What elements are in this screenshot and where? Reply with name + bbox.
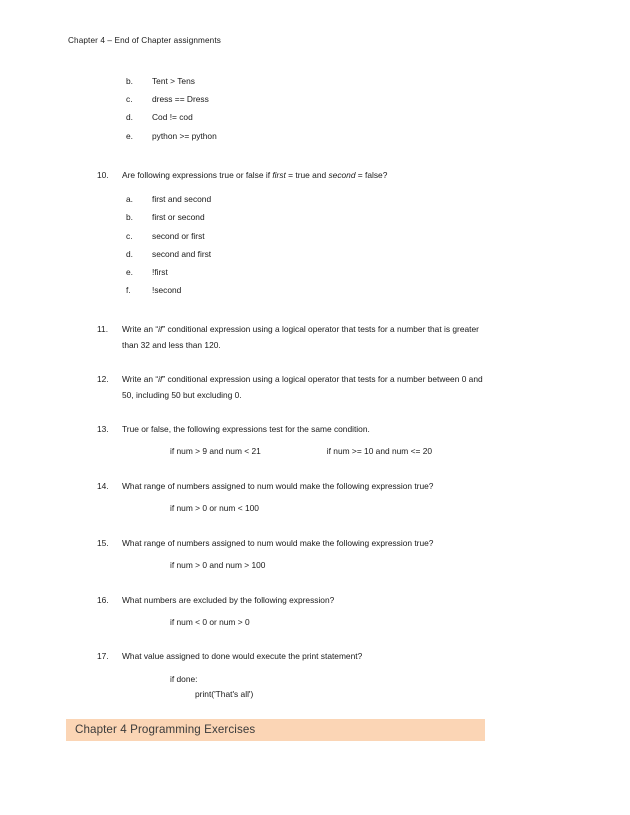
list-item-text: second and first bbox=[152, 248, 212, 259]
list-item-text: !first bbox=[152, 267, 168, 278]
list-marker: d. bbox=[126, 112, 133, 123]
question-number: 13. bbox=[97, 424, 109, 435]
list-item: e. !first bbox=[0, 263, 630, 281]
list-item: d. Cod != cod bbox=[0, 108, 630, 126]
list-item-text: first and second bbox=[152, 194, 212, 205]
list-item: c. dress == Dress bbox=[0, 90, 630, 108]
question-text-part: Are following expressions true or false … bbox=[122, 169, 273, 180]
list-marker: b. bbox=[126, 212, 133, 223]
list-item-text: first or second bbox=[152, 212, 205, 223]
code-snippet-17-line-1: if done: bbox=[170, 673, 198, 684]
list-item-text: second or first bbox=[152, 230, 205, 241]
document-body: b. Tent > Tens c. dress == Dress d. Cod … bbox=[0, 72, 630, 703]
list-marker: f. bbox=[126, 285, 131, 296]
code-expression-right: if num >= 10 and num <= 20 bbox=[326, 446, 433, 457]
question-text: What range of numbers assigned to num wo… bbox=[122, 537, 434, 548]
variable-first: first bbox=[272, 169, 286, 180]
list-item: d. second and first bbox=[0, 245, 630, 263]
list-item: b. Tent > Tens bbox=[0, 72, 630, 90]
list-marker: b. bbox=[126, 76, 133, 86]
list-item: a. first and second bbox=[0, 190, 630, 208]
code-snippet-16: if num < 0 or num > 0 bbox=[170, 616, 250, 627]
code-snippet-13: if num > 9 and num < 21 if num >= 10 and … bbox=[0, 444, 630, 459]
question-number: 11. bbox=[97, 324, 109, 335]
code-snippet-15: if num > 0 and num > 100 bbox=[170, 560, 266, 571]
question-number: 17. bbox=[97, 651, 109, 662]
list-item: e. python >= python bbox=[0, 127, 630, 145]
document-page: Chapter 4 – End of Chapter assignments b… bbox=[0, 0, 630, 815]
question-text-part: ” conditional expression using a logical… bbox=[122, 374, 483, 400]
question-10-alpha-list: a. first and second b. first or second c… bbox=[0, 190, 630, 299]
question-text: Are following expressions true or false … bbox=[122, 168, 494, 183]
question-text: Write an “if” conditional expression usi… bbox=[122, 372, 494, 403]
question-text-part: Write an “ bbox=[122, 374, 159, 385]
list-marker: e. bbox=[126, 267, 133, 278]
list-item-text: Tent > Tens bbox=[152, 76, 195, 86]
question-text: What numbers are excluded by the followi… bbox=[122, 594, 335, 605]
list-item: c. second or first bbox=[0, 227, 630, 245]
question-text-part: ” conditional expression using a logical… bbox=[122, 324, 479, 350]
code-expression-left: if num > 9 and num < 21 bbox=[170, 446, 261, 457]
question-text-part: = false? bbox=[355, 169, 388, 180]
question-text: Write an “if” conditional expression usi… bbox=[122, 322, 494, 353]
question-13: 13. True or false, the following express… bbox=[0, 422, 630, 437]
variable-second: second bbox=[328, 169, 356, 180]
question-17: 17. What value assigned to done would ex… bbox=[0, 649, 630, 664]
question-16: 16. What numbers are excluded by the fol… bbox=[0, 593, 630, 608]
question-10: 10. Are following expressions true or fa… bbox=[0, 168, 630, 183]
section-heading-bar: Chapter 4 Programming Exercises bbox=[66, 719, 485, 741]
question-14: 14. What range of numbers assigned to nu… bbox=[0, 479, 630, 494]
list-marker: e. bbox=[126, 130, 133, 141]
list-marker: c. bbox=[126, 230, 133, 241]
question-number: 12. bbox=[97, 374, 109, 385]
list-item: b. first or second bbox=[0, 208, 630, 226]
question-number: 14. bbox=[97, 480, 109, 491]
question-number: 10. bbox=[97, 169, 109, 180]
list-marker: a. bbox=[126, 194, 133, 205]
question-number: 15. bbox=[97, 537, 109, 548]
question-11: 11. Write an “if” conditional expression… bbox=[0, 322, 630, 353]
list-item: f. !second bbox=[0, 281, 630, 299]
code-snippet-14: if num > 0 or num < 100 bbox=[170, 503, 259, 514]
list-item-text: Cod != cod bbox=[152, 112, 193, 123]
question-text: What value assigned to done would execut… bbox=[122, 651, 363, 662]
question-15: 15. What range of numbers assigned to nu… bbox=[0, 536, 630, 551]
code-snippet-17-line-2: print('That's all') bbox=[195, 689, 254, 700]
question-number: 16. bbox=[97, 594, 109, 605]
question-text-part: = true and bbox=[285, 169, 329, 180]
list-item-text: dress == Dress bbox=[152, 94, 209, 105]
list-marker: c. bbox=[126, 94, 133, 105]
question-text-part: Write an “ bbox=[122, 324, 159, 335]
list-item-text: !second bbox=[152, 285, 182, 296]
question-text: True or false, the following expressions… bbox=[122, 424, 370, 435]
list-marker: d. bbox=[126, 248, 133, 259]
running-header: Chapter 4 – End of Chapter assignments bbox=[68, 36, 221, 45]
section-heading-title: Chapter 4 Programming Exercises bbox=[75, 723, 256, 736]
question-text: What range of numbers assigned to num wo… bbox=[122, 480, 434, 491]
continued-alpha-list: b. Tent > Tens c. dress == Dress d. Cod … bbox=[0, 72, 630, 145]
question-12: 12. Write an “if” conditional expression… bbox=[0, 372, 630, 403]
list-item-text: python >= python bbox=[152, 130, 217, 141]
